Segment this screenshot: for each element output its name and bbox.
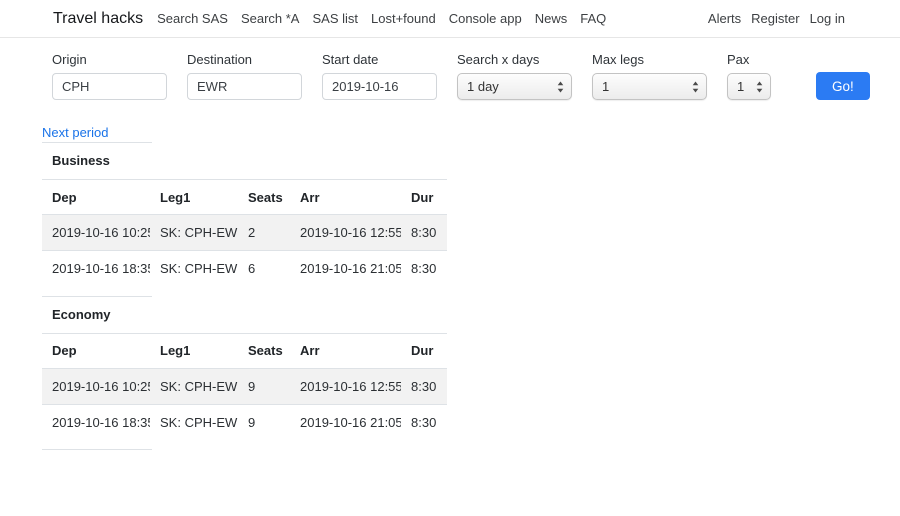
table-row: 2019-10-16 10:25 SK: CPH-EWR 2 2019-10-1… [42,215,447,251]
col-header-seats: Seats [238,333,290,368]
cell-leg1: SK: CPH-EWR [150,215,238,251]
col-header-leg1: Leg1 [150,180,238,215]
navbar: Travel hacks Search SAS Search *A SAS li… [0,0,900,38]
start-date-input[interactable] [322,73,437,100]
destination-group: Destination [187,52,302,100]
cell-dep: 2019-10-16 10:25 [42,215,150,251]
nav-link-log-in[interactable]: Log in [810,11,845,26]
search-x-days-group: Search x days 1 day [457,52,572,100]
brand[interactable]: Travel hacks [53,10,143,28]
cell-seats: 9 [238,404,290,440]
stepper-icon [692,81,699,93]
nav-link-search-star-alliance[interactable]: Search *A [241,11,300,26]
nav-link-sas-list[interactable]: SAS list [312,11,358,26]
col-header-arr: Arr [290,333,401,368]
col-header-dur: Dur [401,333,447,368]
col-header-arr: Arr [290,180,401,215]
cell-arr: 2019-10-16 12:55 [290,215,401,251]
nav-link-alerts[interactable]: Alerts [708,11,741,26]
stepper-icon [557,81,564,93]
table-header-row: Dep Leg1 Seats Arr Dur [42,333,447,368]
table-header-row: Dep Leg1 Seats Arr Dur [42,180,447,215]
cell-arr: 2019-10-16 21:05 [290,404,401,440]
table-row: 2019-10-16 18:35 SK: CPH-EWR 6 2019-10-1… [42,251,447,287]
origin-input[interactable] [52,73,167,100]
max-legs-group: Max legs 1 [592,52,707,100]
search-x-days-select[interactable]: 1 day [457,73,572,100]
cell-arr: 2019-10-16 12:55 [290,368,401,404]
section-economy: Economy Dep Leg1 Seats Arr Dur 2019-10-1… [42,296,900,441]
pax-label: Pax [727,52,771,67]
cell-dep: 2019-10-16 18:35 [42,404,150,440]
cell-dur: 8:30 [401,251,447,287]
table-economy: Dep Leg1 Seats Arr Dur 2019-10-16 10:25 … [42,333,447,441]
cell-dur: 8:30 [401,368,447,404]
max-legs-value: 1 [602,79,609,94]
section-title: Business [42,143,152,179]
max-legs-label: Max legs [592,52,707,67]
table-row: 2019-10-16 10:25 SK: CPH-EWR 9 2019-10-1… [42,368,447,404]
start-date-label: Start date [322,52,437,67]
cell-dur: 8:30 [401,215,447,251]
nav-right-links: Alerts Register Log in [708,11,845,26]
stepper-icon [756,81,763,93]
pax-select[interactable]: 1 [727,73,771,100]
section-business: Business Dep Leg1 Seats Arr Dur 2019-10-… [42,142,900,287]
nav-link-lost-found[interactable]: Lost+found [371,11,436,26]
pax-value: 1 [737,79,744,94]
nav-link-console-app[interactable]: Console app [449,11,522,26]
cell-seats: 9 [238,368,290,404]
destination-input[interactable] [187,73,302,100]
go-button[interactable]: Go! [816,72,870,100]
max-legs-select[interactable]: 1 [592,73,707,100]
search-form: Origin Destination Start date Search x d… [0,38,900,100]
nav-links: Search SAS Search *A SAS list Lost+found… [157,11,606,26]
table-business: Dep Leg1 Seats Arr Dur 2019-10-16 10:25 … [42,179,447,287]
cell-leg1: SK: CPH-EWR [150,404,238,440]
destination-label: Destination [187,52,302,67]
start-date-group: Start date [322,52,437,100]
results-area: Next period Business Dep Leg1 Seats Arr … [0,100,900,450]
cell-seats: 2 [238,215,290,251]
cell-leg1: SK: CPH-EWR [150,368,238,404]
cell-arr: 2019-10-16 21:05 [290,251,401,287]
col-header-dur: Dur [401,180,447,215]
nav-link-news[interactable]: News [535,11,568,26]
cell-dep: 2019-10-16 10:25 [42,368,150,404]
col-header-seats: Seats [238,180,290,215]
search-x-days-label: Search x days [457,52,572,67]
cell-seats: 6 [238,251,290,287]
col-header-dep: Dep [42,333,150,368]
next-period-link[interactable]: Next period [42,125,108,140]
cell-dur: 8:30 [401,404,447,440]
col-header-leg1: Leg1 [150,333,238,368]
nav-link-register[interactable]: Register [751,11,799,26]
origin-group: Origin [52,52,167,100]
search-x-days-value: 1 day [467,79,499,94]
nav-link-faq[interactable]: FAQ [580,11,606,26]
table-row: 2019-10-16 18:35 SK: CPH-EWR 9 2019-10-1… [42,404,447,440]
col-header-dep: Dep [42,180,150,215]
end-divider [42,449,152,450]
section-title: Economy [42,297,152,333]
nav-link-search-sas[interactable]: Search SAS [157,11,228,26]
cell-leg1: SK: CPH-EWR [150,251,238,287]
origin-label: Origin [52,52,167,67]
cell-dep: 2019-10-16 18:35 [42,251,150,287]
pax-group: Pax 1 [727,52,771,100]
